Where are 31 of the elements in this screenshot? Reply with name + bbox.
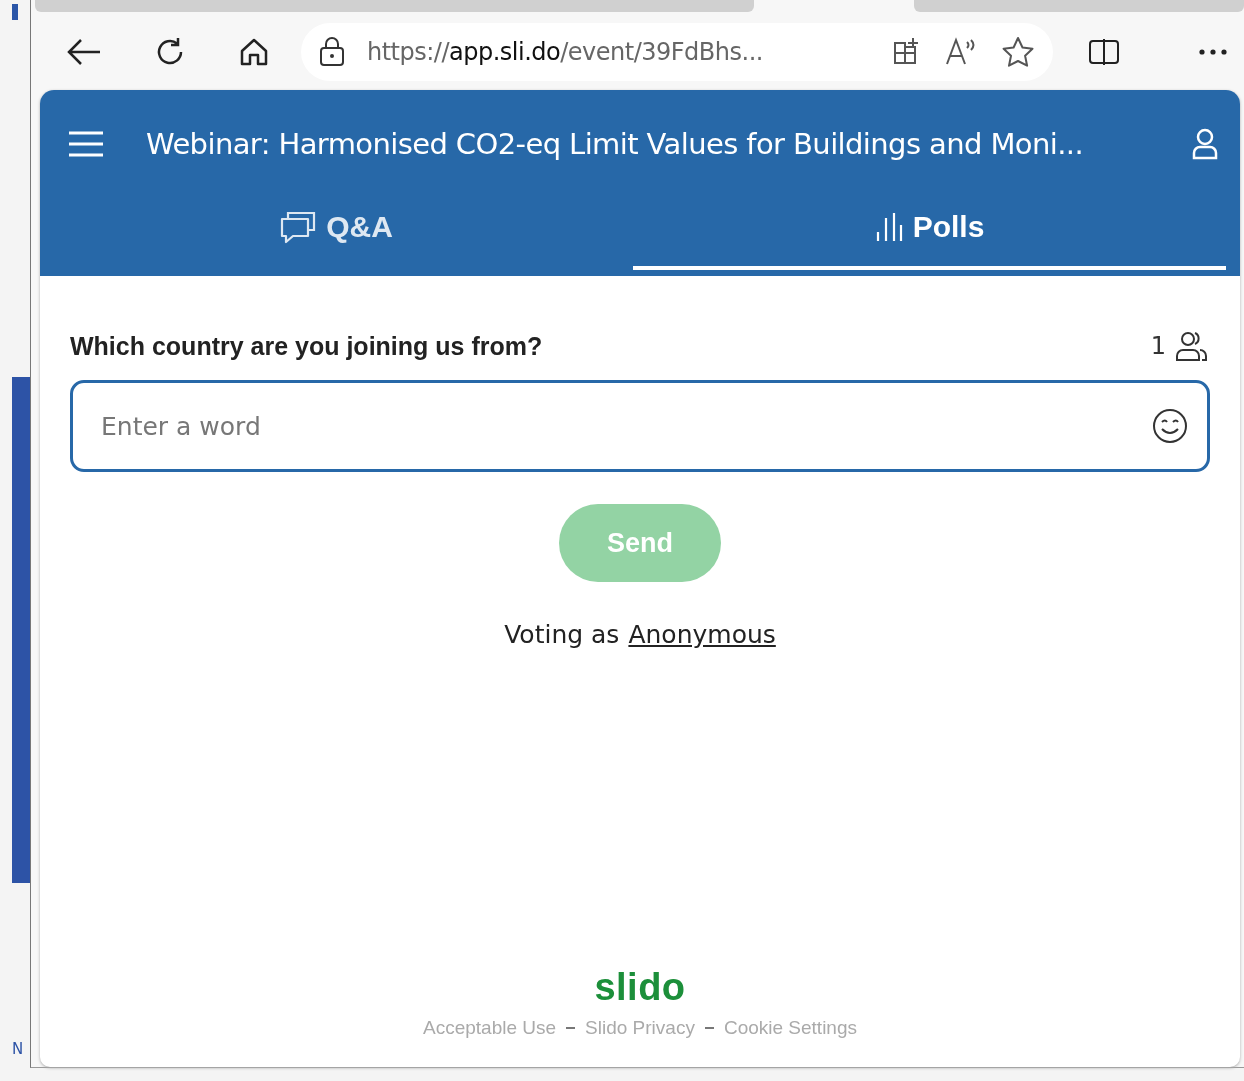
emoji-icon[interactable] [1152, 408, 1188, 444]
footer-link[interactable]: Cookie Settings [723, 1017, 857, 1039]
window-edge [12, 4, 18, 20]
footer-link[interactable]: Slido Privacy [585, 1017, 695, 1039]
user-icon [1192, 128, 1218, 160]
menu-button[interactable] [68, 131, 104, 157]
back-arrow-icon [66, 37, 102, 67]
url-text: https://app.sli.do/event/39FdBhs... [367, 38, 763, 66]
lock-icon [319, 37, 345, 67]
split-screen-icon [1088, 38, 1120, 66]
background-text: N [12, 1040, 24, 1058]
voting-as-label: Voting as [504, 620, 620, 649]
anonymous-link[interactable]: Anonymous [628, 620, 776, 649]
word-input-field[interactable]: Enter a word [70, 380, 1210, 472]
chat-bubbles-icon [280, 209, 317, 244]
menu-icon [68, 131, 104, 157]
bar-chart-icon [874, 211, 903, 242]
profile-button[interactable] [1192, 128, 1218, 160]
tab[interactable]: Polls [633, 198, 1226, 270]
separator-dash-icon [704, 1027, 714, 1029]
home-icon [239, 37, 269, 67]
favorite-star-icon[interactable] [1001, 36, 1035, 68]
poll-question: Which country are you joining us from? [70, 331, 544, 361]
address-bar[interactable]: https://app.sli.do/event/39FdBhs... [301, 23, 1053, 81]
participant-count: 1 [1150, 332, 1166, 360]
slido-logo: slido [594, 966, 686, 1009]
participants-icon [1174, 330, 1210, 362]
more-icon [1199, 49, 1227, 55]
tab[interactable]: Q&A [40, 198, 633, 270]
event-title: Webinar: Harmonised CO2-eq Limit Values for Buildings and Moni... [146, 127, 1085, 161]
separator-dash-icon [566, 1027, 576, 1029]
